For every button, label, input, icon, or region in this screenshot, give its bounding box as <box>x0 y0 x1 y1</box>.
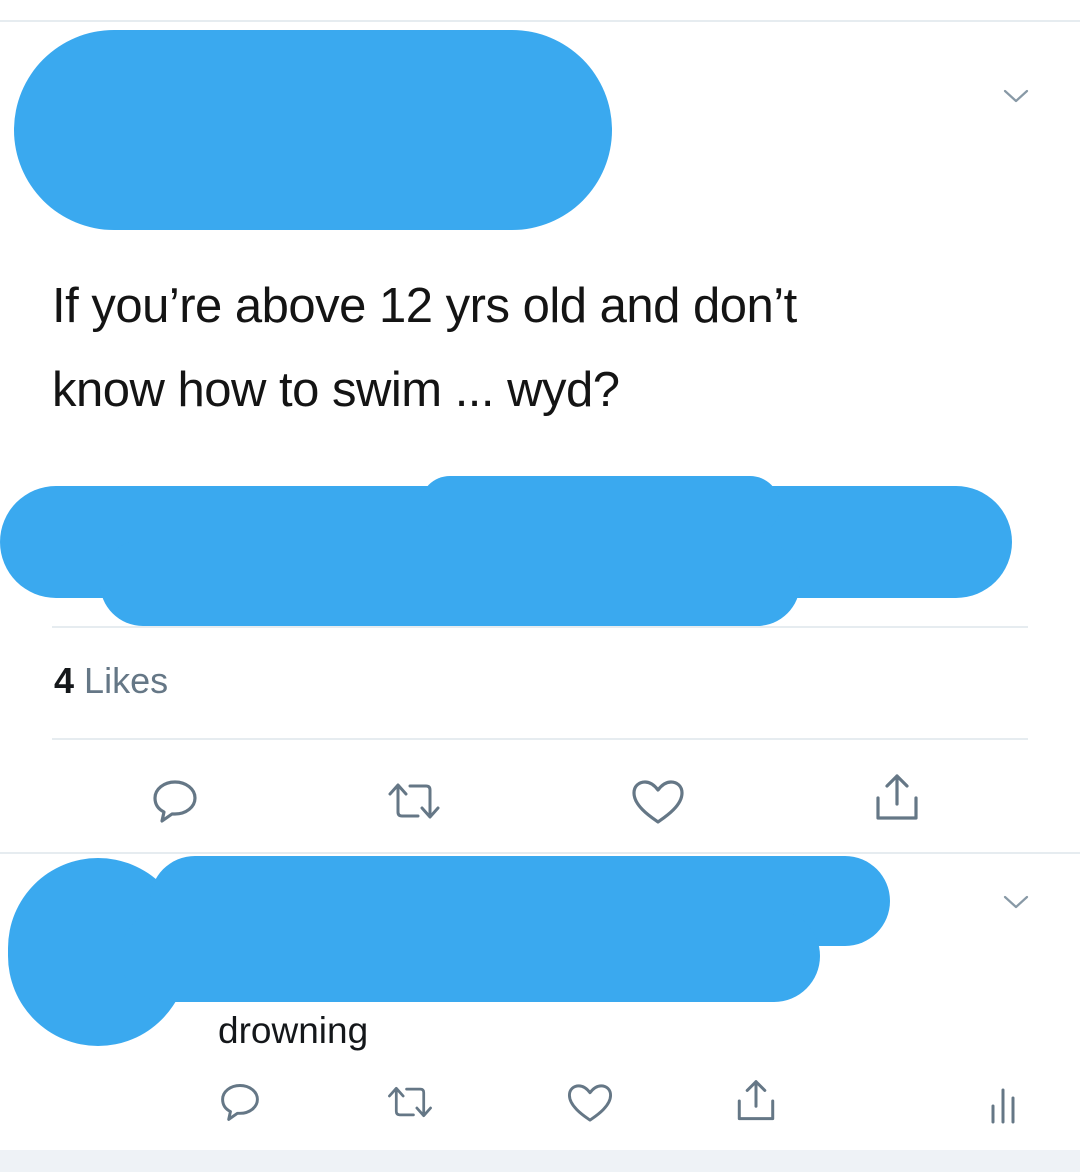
divider-below-likes <box>52 738 1028 740</box>
divider-above-likes <box>52 626 1028 628</box>
likes-summary[interactable]: 4 Likes <box>54 660 168 702</box>
retweet-icon[interactable] <box>384 780 444 822</box>
heart-icon[interactable] <box>630 778 686 826</box>
divider-before-reply <box>0 852 1080 854</box>
retweet-icon[interactable] <box>384 1084 436 1120</box>
top-divider <box>0 20 1080 22</box>
chevron-down-icon[interactable] <box>1002 86 1030 106</box>
analytics-icon[interactable] <box>988 1084 1018 1124</box>
tweet-text: If you’re above 12 yrs old and don’t kno… <box>52 279 797 417</box>
likes-label: Likes <box>84 660 169 701</box>
share-icon[interactable] <box>734 1078 778 1124</box>
likes-count: 4 <box>54 660 75 701</box>
share-icon[interactable] <box>872 772 922 824</box>
bottom-bar <box>0 1150 1080 1172</box>
comment-icon[interactable] <box>218 1082 262 1122</box>
comment-icon[interactable] <box>150 778 200 824</box>
chevron-down-icon[interactable] <box>1002 892 1030 912</box>
reply-text: drowning <box>218 1010 369 1051</box>
heart-icon[interactable] <box>566 1082 614 1124</box>
